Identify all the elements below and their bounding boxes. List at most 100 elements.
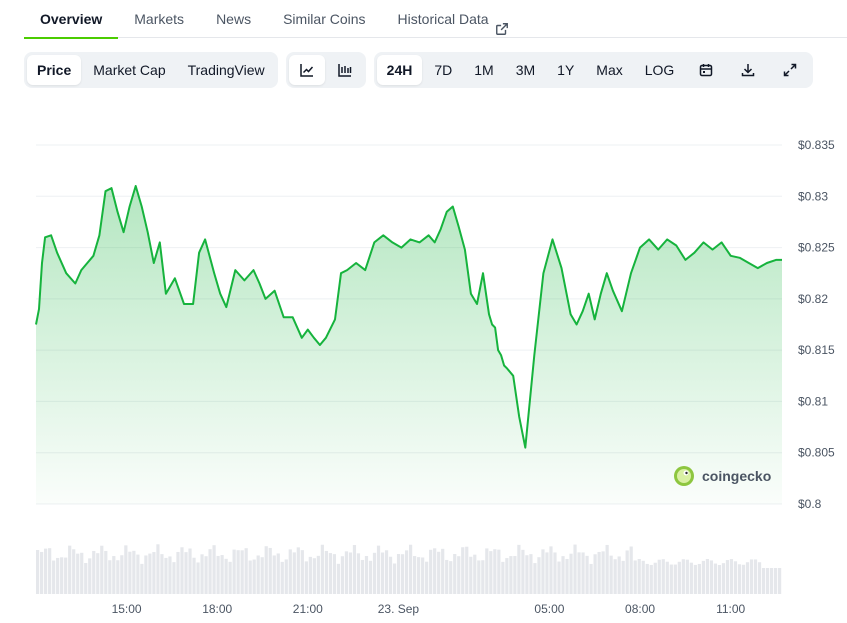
volume-bar <box>136 554 140 594</box>
volume-bar <box>284 559 288 594</box>
volume-bar <box>400 554 405 594</box>
calendar-button[interactable] <box>686 55 726 85</box>
tab-similar-coins[interactable]: Similar Coins <box>267 0 381 38</box>
volume-bar <box>164 557 168 594</box>
volume-bar <box>653 562 657 594</box>
range-3m-button[interactable]: 3M <box>506 55 545 85</box>
range-1y-button[interactable]: 1Y <box>547 55 584 85</box>
tab-markets[interactable]: Markets <box>118 0 200 38</box>
volume-bar <box>104 550 108 594</box>
volume-bar <box>100 545 104 594</box>
volume-bar <box>701 560 705 594</box>
volume-bar <box>525 555 529 594</box>
volume-bar <box>244 548 248 594</box>
tab-news[interactable]: News <box>200 0 267 38</box>
range-max-button[interactable]: Max <box>586 55 632 85</box>
volume-bar <box>641 560 645 594</box>
volume-bar <box>148 553 152 594</box>
volume-bar <box>777 568 782 594</box>
tradingview-button[interactable]: TradingView <box>178 55 275 85</box>
x-tick-label: 05:00 <box>534 602 564 616</box>
volume-bar <box>417 557 421 594</box>
x-axis: 15:00 18:00 21:00 23. Sep 05:00 08:00 11:00 <box>112 602 746 616</box>
volume-bar <box>112 556 116 594</box>
x-tick-label: 08:00 <box>625 602 655 616</box>
volume-bar <box>473 554 477 594</box>
tab-overview[interactable]: Overview <box>24 0 119 39</box>
volume-bar <box>68 545 72 594</box>
volume-bar <box>180 547 184 594</box>
tab-historical-data[interactable]: Historical Data <box>382 0 525 38</box>
volume-bar <box>300 550 304 594</box>
price-chart[interactable]: $0.835 $0.83 $0.825 $0.82 $0.815 $0.81 $0.805 $… <box>0 100 847 623</box>
volume-bar <box>769 568 774 594</box>
volume-bar <box>561 556 565 594</box>
fullscreen-button[interactable] <box>770 55 810 85</box>
volume-bar <box>457 556 461 594</box>
volume-bar <box>360 559 365 594</box>
volume-bar <box>589 563 593 594</box>
volume-bar <box>681 559 685 594</box>
volume-bar <box>517 544 521 594</box>
volume-bar <box>384 550 389 594</box>
volume-bar <box>60 557 64 594</box>
volume-bar <box>376 545 381 594</box>
volume-bar <box>208 549 212 594</box>
volume-bar <box>252 559 256 594</box>
volume-bar <box>489 551 493 594</box>
volume-bar <box>368 560 373 594</box>
volume-bar <box>449 561 453 594</box>
volume-bar <box>577 552 581 594</box>
range-1m-button[interactable]: 1M <box>464 55 503 85</box>
volume-bar <box>372 552 377 594</box>
volume-bar <box>693 564 697 594</box>
volume-bar <box>497 549 501 594</box>
volume-bar <box>268 547 272 594</box>
volume-bar <box>144 555 148 594</box>
range-7d-button[interactable]: 7D <box>424 55 462 85</box>
volume-bar <box>597 551 601 594</box>
candlestick-icon <box>337 64 351 77</box>
volume-bar <box>629 546 633 594</box>
volume-bar <box>765 568 770 594</box>
volume-bar <box>757 562 762 594</box>
volume-bar <box>88 558 92 594</box>
log-scale-button[interactable]: LOG <box>635 55 685 85</box>
volume-bar <box>108 560 112 594</box>
price-button[interactable]: Price <box>27 55 82 85</box>
x-tick-label: 21:00 <box>293 602 323 616</box>
volume-bar <box>429 549 433 594</box>
volume-bar <box>356 553 361 594</box>
line-chart-button[interactable] <box>288 55 325 85</box>
volume-bar <box>52 560 56 594</box>
volume-bar <box>501 561 505 594</box>
volume-bar <box>364 556 369 594</box>
volume-bar <box>461 547 465 594</box>
volume-bar <box>232 549 236 594</box>
volume-bar <box>465 546 469 594</box>
range-toggle: 24H 7D 1M 3M 1Y Max LOG <box>373 52 814 88</box>
volume-bar <box>677 561 681 594</box>
chart-toolbar: Price Market Cap TradingView 24H 7D 1M 3… <box>24 52 814 88</box>
tab-similar-coins-label: Similar Coins <box>283 11 366 27</box>
volume-bar <box>717 564 722 594</box>
volume-bar <box>593 554 597 594</box>
volume-bar <box>64 557 68 594</box>
y-tick-label: $0.805 <box>798 446 835 460</box>
range-24h-button[interactable]: 24H <box>376 55 423 85</box>
market-cap-button[interactable]: Market Cap <box>83 55 175 85</box>
volume-bars <box>36 544 782 594</box>
volume-bar <box>256 555 260 594</box>
volume-bar <box>192 557 196 594</box>
volume-bar <box>637 559 641 594</box>
y-tick-label: $0.83 <box>798 189 828 203</box>
volume-bar <box>380 552 385 594</box>
candlestick-button[interactable] <box>327 55 363 85</box>
volume-bar <box>304 561 308 594</box>
volume-bar <box>505 558 509 594</box>
volume-bar <box>116 560 120 594</box>
download-button[interactable] <box>728 55 768 85</box>
volume-bar <box>328 553 332 594</box>
volume-bar <box>437 551 441 594</box>
volume-bar <box>296 547 300 594</box>
